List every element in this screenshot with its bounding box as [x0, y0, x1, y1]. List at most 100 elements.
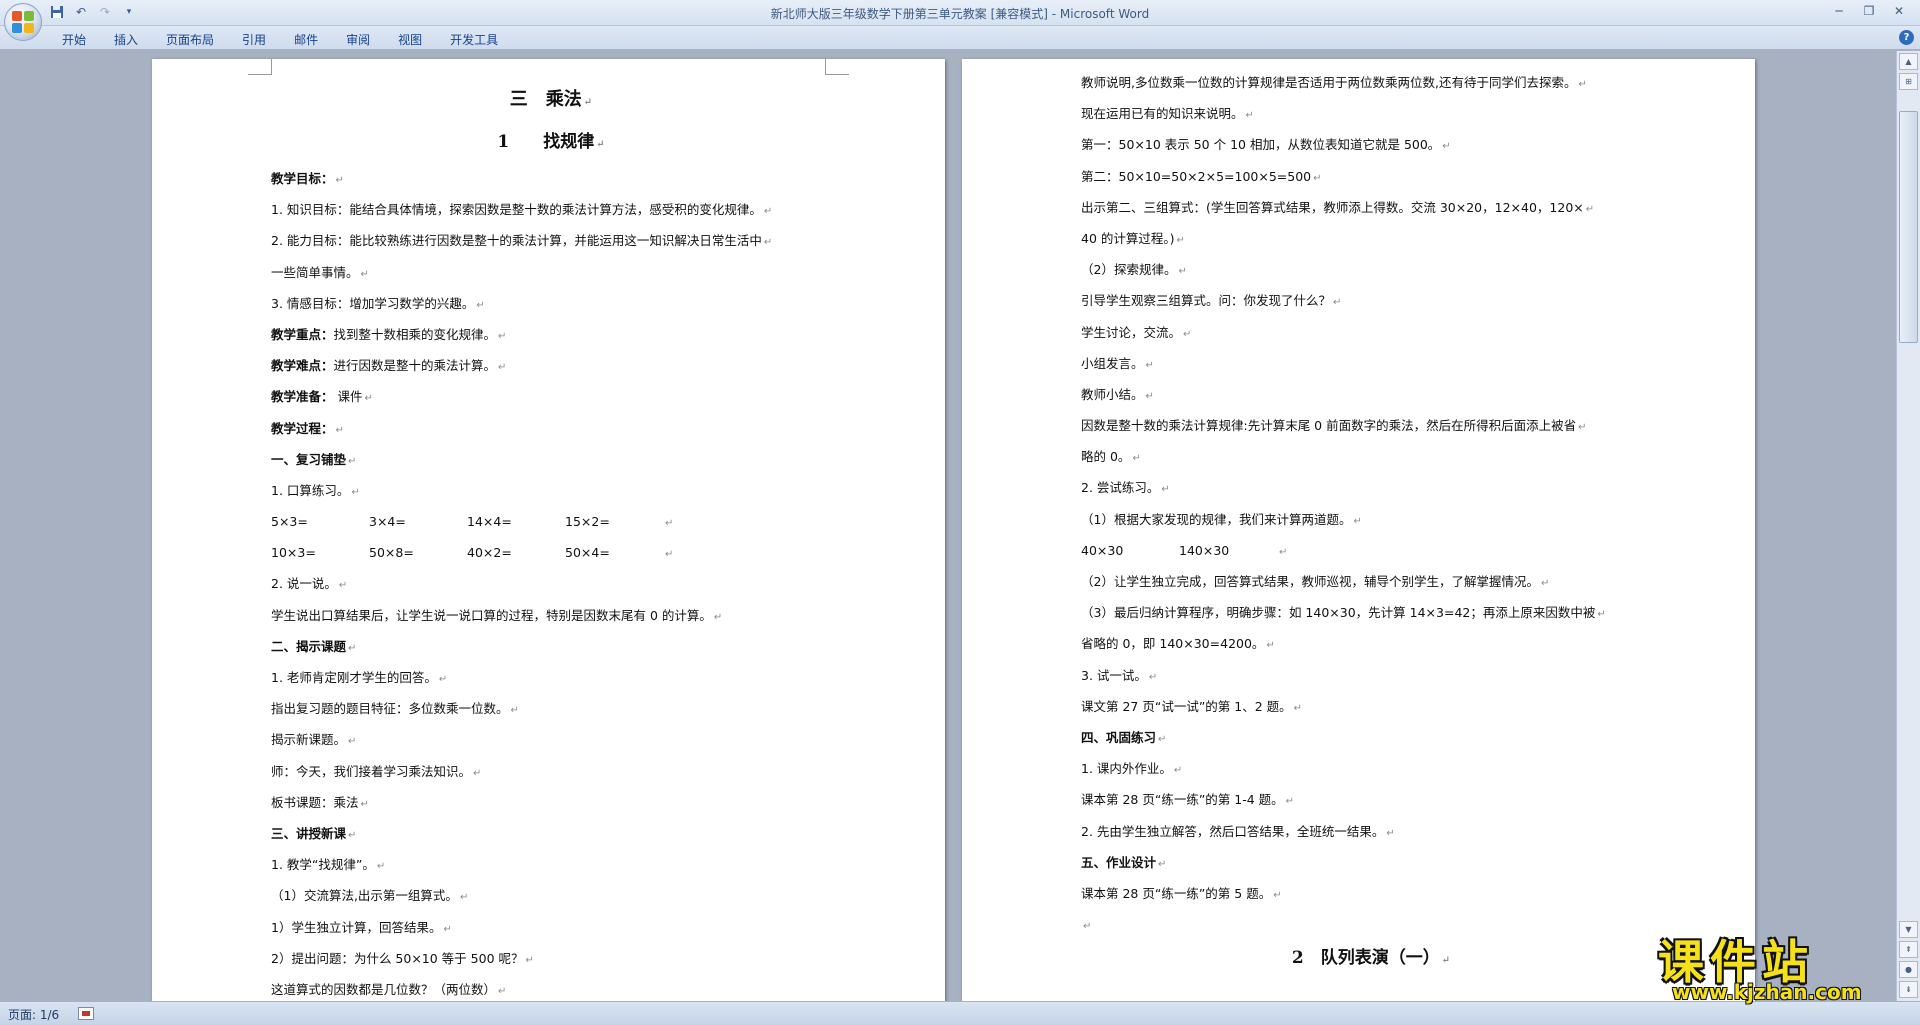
vertical-scrollbar[interactable]: ▲ ⊞ ▼ ⇞ ● ⇟	[1896, 51, 1920, 1001]
next-page-icon[interactable]: ⇟	[1899, 981, 1918, 998]
bold-label: 四、巩固练习	[1081, 729, 1157, 745]
text-line: （2）让学生独立完成，回答算式结果，教师巡视，辅导个别学生，了解掌握情况。 ↵	[1081, 566, 1661, 597]
tab-view[interactable]: 视图	[384, 29, 436, 50]
paragraph-mark: ↵	[476, 299, 485, 311]
proofing-icon[interactable]	[78, 1007, 94, 1020]
scroll-up-icon[interactable]: ▲	[1899, 53, 1918, 70]
paragraph-mark: ↵	[338, 580, 348, 592]
line-text: 1. 老师肯定刚才学生的回答。	[271, 670, 437, 685]
text-line: 小组发言。 ↵	[1081, 348, 1661, 379]
watermark: 课件站 www.kjzhan.com	[1658, 926, 1890, 1004]
document-page-2[interactable]: 教师说明,多位数乘一位数的计算规律是否适用于两位数乘两位数,还有待于同学们去探索…	[962, 59, 1755, 1001]
text-line: 一些简单事情。 ↵	[271, 257, 831, 288]
line-text: （1）交流算法,出示第一组算式。	[271, 888, 458, 904]
tab-page-layout[interactable]: 页面布局	[152, 29, 228, 50]
text-line: 40×30 140×30 ↵	[1081, 535, 1661, 566]
text-line: 教师小结。 ↵	[1081, 379, 1661, 410]
previous-page-icon[interactable]: ⇞	[1899, 941, 1918, 958]
text-line: （1）交流算法,出示第一组算式。 ↵	[271, 880, 831, 911]
scrollbar-thumb[interactable]	[1899, 111, 1918, 343]
paragraph-mark: ↵	[1161, 484, 1170, 496]
text-line: 一、复习铺垫 ↵	[271, 444, 831, 475]
tab-home[interactable]: 开始	[48, 29, 100, 50]
paragraph-mark: ↵	[1158, 858, 1167, 870]
page-indicator[interactable]: 页面: 1/6	[8, 1006, 59, 1023]
paragraph-mark: ↵	[1578, 422, 1587, 434]
line-text: 1. 口算练习。	[271, 482, 350, 498]
line-text: 2. 先由学生独立解答，然后口答结果，全班统一结果。	[1081, 823, 1385, 839]
text-line: 2. 能力目标：能比较熟练进行因数是整十的乘法计算，并能运用这一知识解决日常生活…	[271, 225, 831, 256]
paragraph-mark: ↵	[1585, 203, 1595, 215]
line-text: 这道算式的因数都是几位数？（两位数）	[271, 981, 497, 997]
tab-insert[interactable]: 插入	[100, 29, 152, 50]
paragraph-mark: ↵	[665, 549, 674, 561]
text-line: 教学重点：找到整十数相乘的变化规律。 ↵	[271, 319, 831, 350]
text-line: 教学准备： 课件 ↵	[271, 381, 831, 412]
text-line: 40 的计算过程。) ↵	[1081, 223, 1661, 254]
text-line: 1. 老师肯定刚才学生的回答。 ↵	[271, 662, 831, 693]
bold-label: 二、揭示课题	[271, 638, 347, 654]
line-text: 省略的 0，即 140×30=4200。	[1081, 636, 1265, 652]
paragraph-mark: ↵	[1285, 796, 1295, 808]
line-text: 教师说明,多位数乘一位数的计算规律是否适用于两位数乘两位数,还有待于同学们去探索…	[1081, 75, 1577, 90]
text-line: 第一：50×10 表示 50 个 10 相加，从数位表知道它就是 500。 ↵	[1081, 129, 1661, 160]
paragraph-mark: ↵	[335, 175, 344, 186]
text-line: 揭示新课题。 ↵	[271, 724, 831, 755]
calc-item: 50×4=	[565, 545, 610, 561]
paragraph-mark: ↵	[525, 954, 534, 966]
line-text: （2）探索规律。	[1081, 262, 1177, 278]
text-line: 学生讨论，交流。 ↵	[1081, 317, 1661, 348]
text-line: 教师说明,多位数乘一位数的计算规律是否适用于两位数乘两位数,还有待于同学们去探索…	[1081, 67, 1661, 98]
paragraph-mark: ↵	[1266, 640, 1275, 652]
ruler-toggle-icon[interactable]: ⊞	[1899, 73, 1918, 90]
paragraph-mark: ↵	[1540, 578, 1550, 589]
scroll-down-icon[interactable]: ▼	[1899, 921, 1918, 938]
bold-label: 三、讲授新课	[271, 825, 347, 841]
minimize-icon[interactable]: ─	[1824, 1, 1854, 21]
tab-mailings[interactable]: 邮件	[280, 29, 332, 50]
document-page-1[interactable]: 三 乘法 ↵ 1 找规律 ↵ 教学目标： ↵ 1. 知识目标：能结合具体情境，探索因数是…	[152, 59, 945, 1001]
calc-item: 15×2=	[565, 514, 610, 530]
restore-icon[interactable]: ❐	[1854, 1, 1884, 21]
tab-references[interactable]: 引用	[228, 29, 280, 50]
text-line: （1）根据大家发现的规律，我们来计算两道题。 ↵	[1081, 504, 1661, 535]
paragraph-mark: ↵	[510, 705, 519, 717]
bold-label: 教学难点：	[271, 358, 334, 374]
help-icon[interactable]: ?	[1899, 30, 1914, 45]
text-line: 教学难点：进行因数是整十的乘法计算。 ↵	[271, 350, 831, 381]
line-text: 进行因数是整十的乘法计算。	[333, 358, 497, 374]
line-text: （1）根据大家发现的规律，我们来计算两道题。	[1081, 511, 1352, 527]
text-line: 三、讲授新课 ↵	[271, 818, 831, 849]
window-controls: ─ ❐ ✕	[1824, 1, 1914, 21]
line-text: 课文第 27 页“试一试”的第 1、2 题。	[1081, 698, 1292, 714]
line-text: 1. 知识目标：能结合具体情境，探索因数是整十数的乘法计算方法，感受积的变化规律…	[271, 202, 762, 218]
office-logo-icon	[12, 11, 34, 33]
line-text: 出示第二、三组算式：(学生回答算式结果，教师添上得数。交流 30×20，12×4…	[1081, 199, 1584, 215]
paragraph-mark: ↵	[1148, 671, 1158, 683]
close-icon[interactable]: ✕	[1884, 1, 1914, 21]
line-text: 第一：50×10 表示 50 个 10 相加，从数位表知道它就是 500。	[1081, 137, 1441, 153]
office-button[interactable]	[4, 3, 42, 41]
line-text: 引导学生观察三组算式。问：你发现了什么？	[1081, 293, 1332, 309]
select-browse-object-icon[interactable]: ●	[1899, 961, 1918, 978]
paragraph-mark: ↵	[348, 736, 357, 748]
line-text: 3. 试一试。	[1081, 667, 1147, 683]
tab-review[interactable]: 审阅	[332, 29, 384, 50]
paragraph-mark: ↵	[1353, 515, 1362, 527]
calc-item: 40×2=	[467, 545, 512, 561]
document-area: 三 乘法 ↵ 1 找规律 ↵ 教学目标： ↵ 1. 知识目标：能结合具体情境，探索因数是…	[0, 51, 1896, 1001]
text-line: 1. 课内外作业。 ↵	[1081, 753, 1661, 784]
paragraph-mark: ↵	[498, 985, 507, 997]
margin-mark	[248, 59, 272, 75]
paragraph-mark: ↵	[1083, 921, 1092, 933]
paragraph-mark: ↵	[498, 362, 507, 374]
paragraph-mark: ↵	[498, 330, 507, 342]
page-subheading: 1 找规律 ↵	[497, 132, 605, 152]
paragraph-mark: ↵	[1333, 297, 1342, 309]
paragraph-mark: ↵	[1386, 827, 1395, 839]
text-line: 第二：50×10=50×2×5=100×5=500 ↵	[1081, 161, 1661, 192]
paragraph-mark: ↵	[1245, 110, 1254, 122]
tab-developer[interactable]: 开发工具	[436, 29, 512, 50]
text-line: 现在运用已有的知识来说明。 ↵	[1081, 98, 1661, 129]
line-text: 2. 说一说。	[271, 576, 337, 592]
